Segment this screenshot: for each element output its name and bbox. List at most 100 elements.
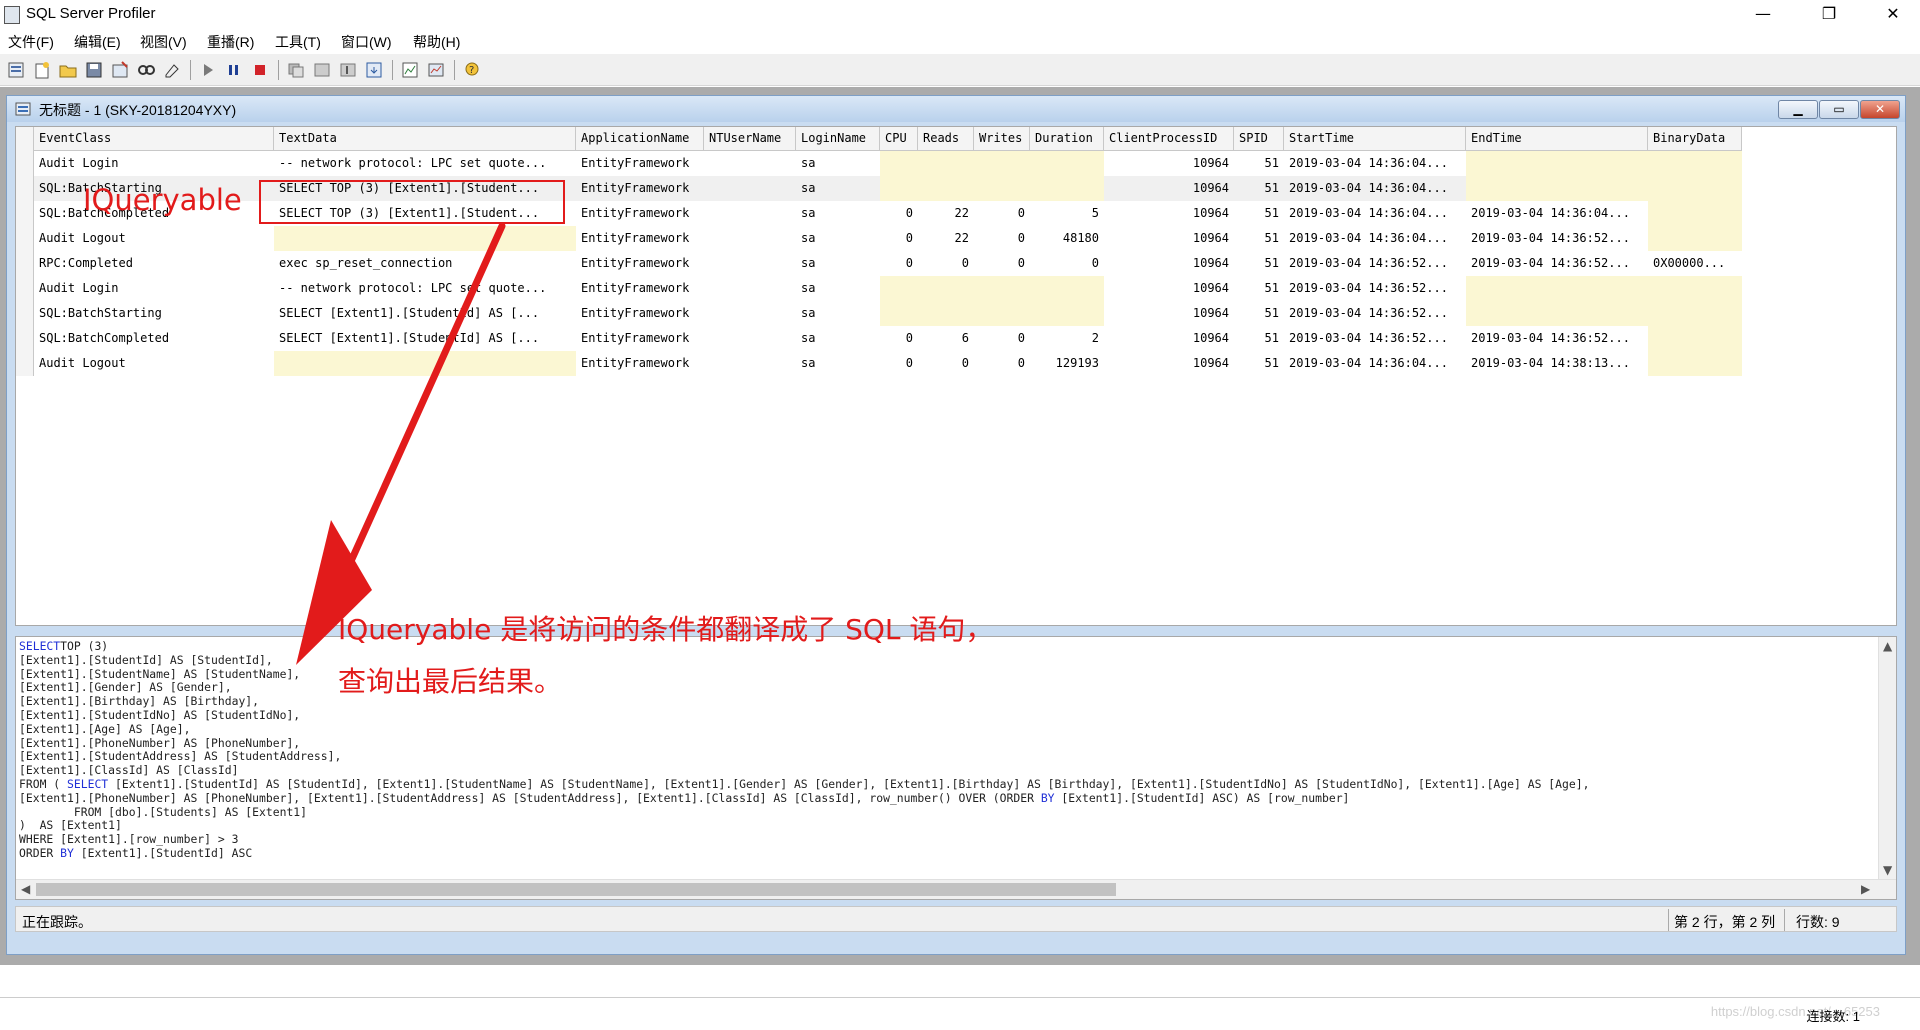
cell-spid: 51	[1264, 156, 1279, 170]
cell-starttime: 2019-03-04 14:36:04...	[1289, 206, 1448, 220]
cell-duration: 2	[1091, 331, 1099, 345]
help-icon[interactable]: ?	[462, 60, 482, 80]
column-header-textdata[interactable]: TextData	[274, 127, 576, 151]
child-restore-button[interactable]: ▭	[1819, 100, 1859, 119]
row-header[interactable]	[16, 226, 34, 251]
column-header-duration[interactable]: Duration	[1030, 127, 1104, 151]
scroll-up-icon[interactable]: ▲	[1883, 639, 1892, 653]
cell-writes	[974, 151, 1030, 176]
menu-view[interactable]: 视图(V)	[140, 32, 187, 52]
cell-applicationname: EntityFramework	[581, 231, 690, 245]
properties-icon[interactable]	[110, 60, 130, 80]
table-row[interactable]: SQL:BatchStarting SELECT [Extent1].[Stude…	[16, 301, 1742, 326]
textdata-detail-pane[interactable]: SELECTTOP (3) [Extent1].[StudentId] AS [S…	[15, 636, 1897, 900]
table-row[interactable]: SQL:BatchCompleted SELECT [Extent1].[Stud…	[16, 326, 1742, 351]
cell-cpu	[880, 276, 918, 301]
row-header[interactable]	[16, 176, 34, 201]
replay-cursor-icon[interactable]	[338, 60, 358, 80]
goto-icon[interactable]	[364, 60, 384, 80]
menu-tools[interactable]: 工具(T)	[275, 32, 321, 52]
trace-window-title: 无标题 - 1 (SKY-20181204YXY)	[39, 102, 237, 118]
close-button[interactable]: ✕	[1870, 0, 1916, 30]
cell-loginname: sa	[801, 206, 816, 220]
column-header-loginname[interactable]: LoginName	[796, 127, 880, 151]
save-icon[interactable]	[84, 60, 104, 80]
cell-starttime: 2019-03-04 14:36:04...	[1289, 156, 1448, 170]
column-header-spid[interactable]: SPID	[1234, 127, 1284, 151]
find-icon[interactable]	[136, 60, 156, 80]
vertical-scrollbar[interactable]: ▲ ▼	[1878, 637, 1896, 881]
column-header-eventclass[interactable]: EventClass	[34, 127, 274, 151]
table-row[interactable]: Audit Logout EntityFramework sa 0 22 0 48180 10…	[16, 226, 1742, 251]
row-header[interactable]	[16, 151, 34, 176]
cell-clientprocessid: 10964	[1192, 306, 1229, 320]
menu-window[interactable]: 窗口(W)	[341, 32, 392, 52]
menu-file[interactable]: 文件(F)	[8, 32, 54, 52]
cell-clientprocessid: 10964	[1192, 231, 1229, 245]
step-icon[interactable]	[312, 60, 332, 80]
start-icon[interactable]	[198, 60, 218, 80]
scroll-right-icon[interactable]: ▶	[1861, 882, 1870, 896]
table-row[interactable]: Audit Login -- network protocol: LPC set …	[16, 151, 1742, 176]
new-template-icon[interactable]	[32, 60, 52, 80]
stop-icon[interactable]	[250, 60, 270, 80]
cell-applicationname: EntityFramework	[581, 206, 690, 220]
column-header-reads[interactable]: Reads	[918, 127, 974, 151]
row-header[interactable]	[16, 251, 34, 276]
cell-clientprocessid: 10964	[1192, 281, 1229, 295]
minimize-button[interactable]: —	[1740, 0, 1786, 30]
row-header[interactable]	[16, 301, 34, 326]
activity-monitor-icon[interactable]	[400, 60, 420, 80]
row-header[interactable]	[16, 201, 34, 226]
cell-ntusername	[704, 251, 796, 276]
perfmon-icon[interactable]	[426, 60, 446, 80]
horizontal-scroll-thumb[interactable]	[36, 883, 1116, 896]
menu-replay[interactable]: 重播(R)	[207, 32, 254, 52]
pause-icon[interactable]	[224, 60, 244, 80]
column-header-ntusername[interactable]: NTUserName	[704, 127, 796, 151]
column-header-cpu[interactable]: CPU	[880, 127, 918, 151]
cell-spid: 51	[1264, 331, 1279, 345]
table-row[interactable]: Audit Login -- network protocol: LPC set …	[16, 276, 1742, 301]
table-row[interactable]: Audit Logout EntityFramework sa 0 0 0 129193 10…	[16, 351, 1742, 376]
sql-keyword: SELECT	[19, 639, 61, 653]
cell-binarydata	[1648, 326, 1742, 351]
clear-icon[interactable]	[162, 60, 182, 80]
open-icon[interactable]	[58, 60, 78, 80]
column-header-starttime[interactable]: StartTime	[1284, 127, 1466, 151]
cell-eventclass: SQL:BatchCompleted	[39, 331, 170, 345]
sql-line: [Extent1].[ClassId] AS [ClassId]	[19, 763, 1869, 778]
cell-clientprocessid: 10964	[1192, 256, 1229, 270]
sql-fragment: [Extent1].[Age] AS [Age],	[19, 721, 191, 736]
cell-binarydata	[1648, 201, 1742, 226]
scroll-left-icon[interactable]: ◀	[21, 882, 30, 896]
column-header-writes[interactable]: Writes	[974, 127, 1030, 151]
row-header[interactable]	[16, 276, 34, 301]
column-header-applicationname[interactable]: ApplicationName	[576, 127, 704, 151]
cell-textdata: -- network protocol: LPC set quote...	[279, 156, 547, 170]
child-minimize-button[interactable]: ▁	[1778, 100, 1818, 119]
cell-writes: 0	[1017, 256, 1025, 270]
menu-edit[interactable]: 编辑(E)	[74, 32, 121, 52]
sql-fragment: WHERE [Extent1].[row_number] > 3	[19, 832, 239, 847]
cell-ntusername	[704, 226, 796, 251]
horizontal-scrollbar[interactable]: ◀ ▶	[16, 879, 1896, 899]
column-header-clientprocessid[interactable]: ClientProcessID	[1104, 127, 1234, 151]
cell-loginname: sa	[801, 181, 816, 195]
row-header[interactable]	[16, 326, 34, 351]
child-close-button[interactable]: ✕	[1860, 100, 1900, 119]
column-header-binarydata[interactable]: BinaryData	[1648, 127, 1742, 151]
restore-button[interactable]: ❐	[1806, 0, 1852, 30]
table-row[interactable]: RPC:Completed exec sp_reset_connection Ent…	[16, 251, 1736, 276]
sql-line: FROM ( SELECT [Extent1].[StudentId] AS […	[19, 777, 1869, 792]
column-header-endtime[interactable]: EndTime	[1466, 127, 1648, 151]
new-trace-icon[interactable]	[6, 60, 26, 80]
scroll-down-icon[interactable]: ▼	[1883, 863, 1892, 877]
row-header[interactable]	[16, 351, 34, 376]
menu-help[interactable]: 帮助(H)	[413, 32, 460, 52]
trace-window: 无标题 - 1 (SKY-20181204YXY) ▁ ▭ ✕ EventCla…	[6, 95, 1906, 955]
cell-binarydata	[1648, 151, 1742, 176]
replay-icon[interactable]	[286, 60, 306, 80]
cell-reads	[918, 151, 974, 176]
cell-textdata: exec sp_reset_connection	[279, 256, 453, 270]
